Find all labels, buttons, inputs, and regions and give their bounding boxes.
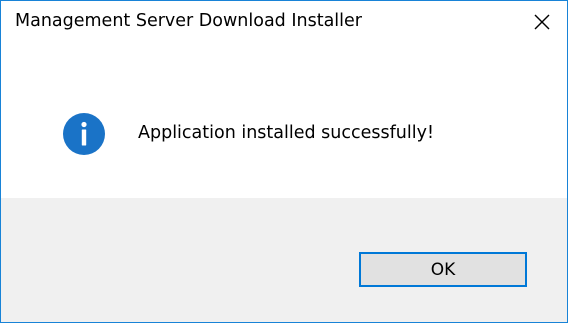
dialog-content: Application installed successfully! (1, 43, 567, 198)
message-dialog: Management Server Download Installer App… (0, 0, 568, 323)
ok-button[interactable]: OK (359, 252, 527, 287)
button-bar: OK (1, 198, 567, 322)
message-text: Application installed successfully! (138, 123, 434, 143)
window-title: Management Server Download Installer (15, 11, 362, 31)
ok-button-label: OK (430, 259, 456, 280)
close-icon (534, 14, 550, 30)
close-button[interactable] (517, 1, 567, 43)
info-icon (63, 113, 105, 155)
title-bar[interactable]: Management Server Download Installer (1, 1, 567, 43)
